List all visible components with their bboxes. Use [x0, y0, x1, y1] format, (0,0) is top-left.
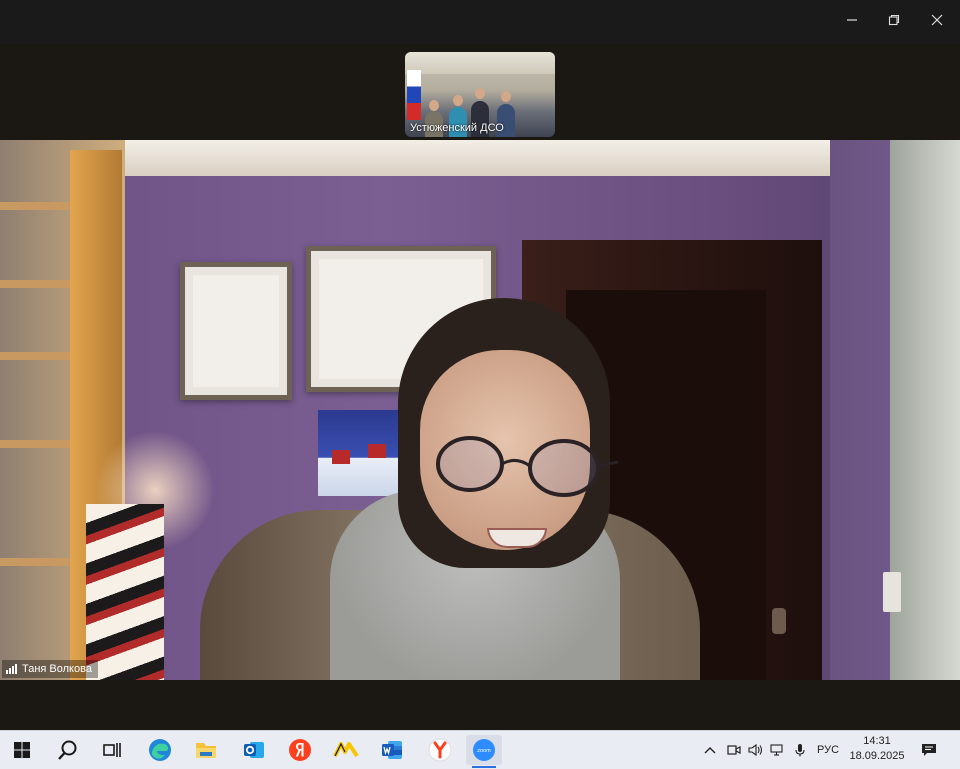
eyeglasses: [436, 436, 619, 497]
winter-painting: [318, 410, 404, 496]
main-speaker-video[interactable]: [0, 140, 960, 680]
tray-network[interactable]: [768, 740, 788, 760]
shelf-board: [0, 558, 80, 566]
zoom-icon: zoom: [473, 739, 495, 761]
participant-thumbnail[interactable]: Устюженский ДСО: [405, 52, 555, 137]
tray-input-language[interactable]: РУС: [812, 740, 844, 760]
painted-house: [332, 450, 350, 464]
tray-clock[interactable]: 14:31 18.09.2025: [846, 734, 908, 764]
yandex-browser-icon: [289, 739, 311, 761]
picture-mat: [193, 275, 279, 387]
camera-icon: [727, 745, 741, 755]
windows-logo-icon: [14, 742, 30, 758]
shelf-board: [0, 352, 80, 360]
taskbar-app-file-explorer[interactable]: [188, 735, 224, 765]
taskbar-app-yandex-browser[interactable]: [282, 735, 318, 765]
restore-button[interactable]: [874, 6, 914, 34]
room-ceiling: [0, 140, 960, 176]
microphone-icon: [795, 744, 805, 757]
close-icon: [931, 14, 943, 26]
notification-center-button[interactable]: [918, 740, 940, 760]
taskbar-app-yandex[interactable]: [422, 735, 458, 765]
thumbnail-person-head: [475, 88, 485, 99]
yandex-icon: [428, 738, 452, 762]
thumbnail-room-ceiling: [405, 52, 555, 74]
minimize-button[interactable]: [832, 6, 872, 34]
taskbar-app-zoom[interactable]: zoom: [466, 735, 502, 768]
thumbnail-person-head: [501, 91, 511, 102]
search-icon: [58, 740, 77, 760]
folder-icon: [196, 743, 216, 758]
start-button[interactable]: [4, 735, 40, 765]
tray-volume[interactable]: [746, 740, 766, 760]
task-view-button[interactable]: [94, 735, 130, 765]
chevron-up-icon: [704, 747, 716, 754]
close-button[interactable]: [917, 6, 957, 34]
speaker-name: Таня Волкова: [22, 663, 92, 675]
speaker-icon: [748, 743, 763, 757]
floor-lamp: [86, 504, 164, 680]
thumbnail-participant-name: Устюженский ДСО: [410, 122, 504, 134]
door-handle: [772, 608, 786, 634]
clock-date: 18.09.2025: [849, 750, 905, 762]
show-hidden-icons-button[interactable]: [700, 740, 720, 760]
shelf-board: [0, 202, 80, 210]
signal-strength-icon: [6, 664, 17, 674]
shelf-board: [0, 280, 80, 288]
thumbnail-person-head: [453, 95, 463, 106]
framed-picture: [180, 262, 292, 400]
light-switch: [883, 572, 901, 612]
windows-taskbar: zoom РУС 14:31 18.09.2025: [0, 730, 960, 769]
search-button[interactable]: [50, 735, 86, 765]
painted-house: [368, 444, 386, 458]
taskbar-app-yandex-market[interactable]: [328, 735, 364, 765]
taskbar-app-edge[interactable]: [142, 735, 178, 765]
clock-time: 14:31: [863, 735, 891, 747]
network-icon: [770, 744, 783, 756]
notification-icon: [922, 744, 936, 756]
shelf-board: [0, 440, 80, 448]
window-titlebar: [0, 0, 960, 44]
minimize-icon: [847, 19, 857, 21]
restore-icon: [888, 14, 900, 26]
tray-meet-now[interactable]: [724, 740, 744, 760]
flag-decoration: [407, 70, 421, 120]
outlook-icon: [244, 742, 264, 758]
speaker-name-tag: Таня Волкова: [2, 660, 98, 678]
taskbar-app-word[interactable]: [374, 735, 410, 765]
taskbar-app-outlook[interactable]: [236, 735, 272, 765]
yandex-market-icon: [333, 742, 359, 758]
svg-text:zoom: zoom: [477, 748, 491, 754]
thumbnail-person-head: [429, 100, 439, 111]
task-view-icon: [103, 743, 121, 757]
edge-icon: [149, 739, 171, 761]
word-icon: [382, 741, 402, 759]
tray-microphone[interactable]: [790, 740, 810, 760]
